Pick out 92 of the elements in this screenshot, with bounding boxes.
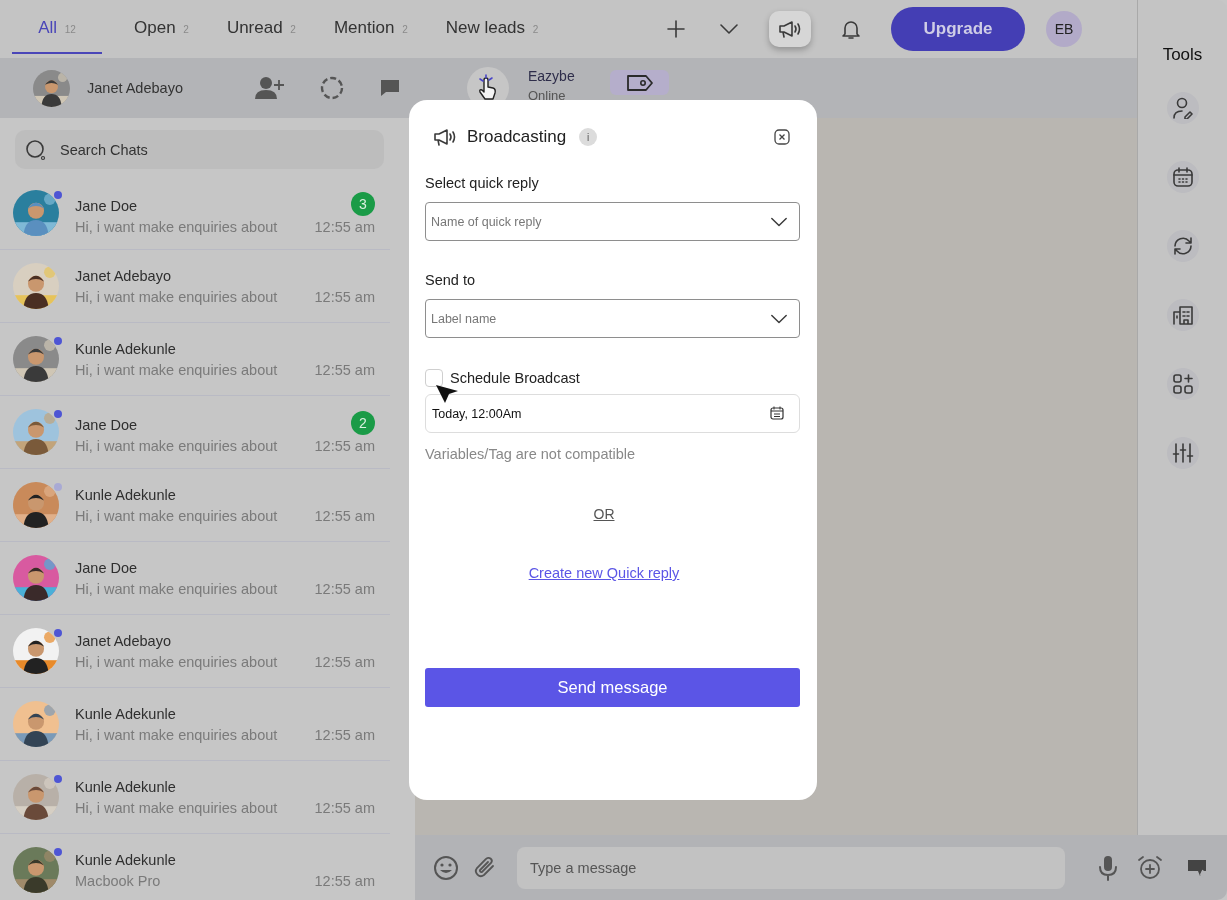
chat-row[interactable]: Jane Doe Hi, i want make enquiries about 12:55 am: [0, 542, 390, 615]
message-preview: Hi, i want make enquiries about: [75, 507, 279, 524]
send-button[interactable]: Send message: [425, 668, 800, 707]
broadcast-button[interactable]: [769, 11, 811, 47]
field-label: Select quick reply: [425, 175, 540, 191]
paperclip-icon[interactable]: [473, 855, 497, 880]
tab[interactable]: All 12: [12, 4, 102, 54]
separator-text: OR: [593, 506, 615, 522]
info-icon[interactable]: i: [579, 128, 598, 146]
tab[interactable]: Unread 2: [226, 4, 296, 54]
message-time: 12:55 am: [314, 580, 375, 597]
contact-name: Jane Doe: [75, 559, 139, 578]
search-icon: [25, 139, 47, 161]
contact-name: Janet Adebayo: [75, 267, 172, 286]
contact-name: Kunle Adekunle: [75, 340, 177, 359]
checkbox-label: Schedule Broadcast: [450, 370, 580, 386]
chat-row[interactable]: Kunle Adekunle Hi, i want make enquiries about 12:55 am: [0, 323, 390, 396]
tab[interactable]: Open 2: [134, 4, 189, 54]
message-preview: Hi, i want make enquiries about: [75, 437, 279, 454]
message-field[interactable]: Type a message: [517, 846, 1065, 889]
message-time: 12:55 am: [314, 872, 375, 889]
chevron-down-icon[interactable]: [770, 215, 788, 228]
chat-bubble-icon[interactable]: [380, 78, 400, 98]
tag-button[interactable]: [610, 70, 669, 95]
chevron-down-icon[interactable]: [770, 312, 788, 325]
chat-row[interactable]: Kunle Adekunle Macbook Pro 12:55 am: [0, 834, 390, 900]
unread-badge: 3: [351, 191, 375, 216]
megaphone-icon: [778, 19, 802, 39]
date-field[interactable]: Today, 12:00Am: [425, 394, 800, 433]
smiley-icon[interactable]: [433, 854, 459, 881]
chat-row[interactable]: Janet Adebayo Hi, i want make enquiries about 12:55 am: [0, 615, 390, 688]
search-field[interactable]: Search Chats: [15, 130, 384, 169]
message-time: 12:55 am: [314, 437, 375, 454]
chat-row[interactable]: Kunle Adekunle Hi, i want make enquiries about 12:55 am: [0, 469, 390, 542]
calendar-icon[interactable]: [769, 405, 785, 421]
chat-row[interactable]: Kunle Adekunle Hi, i want make enquiries about 12:55 am: [0, 688, 390, 761]
message-preview: Hi, i want make enquiries about: [75, 361, 279, 378]
add-person-icon[interactable]: [255, 76, 285, 100]
user-avatar[interactable]: EB: [1046, 11, 1082, 47]
buildings-icon[interactable]: [1171, 304, 1194, 326]
upgrade-button[interactable]: Upgrade: [891, 7, 1025, 51]
close-icon[interactable]: [773, 128, 791, 146]
panel-title: Tools: [1162, 45, 1203, 65]
dropdown-field[interactable]: Label name: [425, 299, 800, 338]
contact-name: Kunle Adekunle: [75, 851, 177, 870]
plus-icon[interactable]: [666, 19, 686, 39]
message-preview: Hi, i want make enquiries about: [75, 726, 279, 743]
contact-name: Eazybe: [528, 68, 576, 84]
tag-icon: [625, 73, 654, 92]
field-label: Send to: [425, 272, 476, 288]
contact-name: Kunle Adekunle: [75, 486, 177, 505]
create-link[interactable]: Create new Quick reply: [528, 565, 680, 581]
contact-name: Kunle Adekunle: [75, 778, 177, 797]
chat-row[interactable]: Kunle Adekunle Hi, i want make enquiries about 12:55 am: [0, 761, 390, 834]
unread-badge: 2: [351, 410, 375, 435]
user-edit-icon[interactable]: [1171, 97, 1194, 119]
message-time: 12:55 am: [314, 361, 375, 378]
message-time: 12:55 am: [314, 507, 375, 524]
contact-name: Jane Doe: [75, 416, 139, 435]
message-time: 12:55 am: [314, 653, 375, 670]
dropdown-field[interactable]: Name of quick reply: [425, 202, 800, 241]
message-time: 12:55 am: [314, 726, 375, 743]
message-preview: Macbook Pro: [75, 872, 162, 889]
message-preview: Hi, i want make enquiries about: [75, 799, 279, 816]
megaphone-icon: [433, 127, 457, 147]
tab[interactable]: Mention 2: [333, 4, 408, 54]
account-name: Janet Adebayo: [87, 80, 184, 96]
message-preview: Hi, i want make enquiries about: [75, 580, 279, 597]
chat-row[interactable]: Janet Adebayo Hi, i want make enquiries about 12:55 am: [0, 250, 390, 323]
alarm-clock-plus-icon[interactable]: [1137, 854, 1163, 881]
chat-row[interactable]: Jane Doe 3 Hi, i want make enquiries about 12:55 am: [0, 177, 390, 250]
contact-name: Jane Doe: [75, 197, 139, 216]
dashed-circle-icon[interactable]: [319, 75, 345, 101]
message-time: 12:55 am: [314, 799, 375, 816]
note-text: Variables/Tag are not compatible: [425, 446, 637, 462]
chat-row[interactable]: Jane Doe 2 Hi, i want make enquiries about 12:55 am: [0, 396, 390, 469]
status-text: Online: [528, 88, 567, 103]
quick-reply-icon[interactable]: [1187, 857, 1207, 878]
message-time: 12:55 am: [314, 218, 375, 235]
chevron-down-icon[interactable]: [719, 23, 739, 35]
modal-title: Broadcasting: [467, 127, 567, 147]
message-preview: Hi, i want make enquiries about: [75, 218, 279, 235]
contact-name: Janet Adebayo: [75, 632, 172, 651]
sliders-icon[interactable]: [1171, 442, 1194, 464]
microphone-icon[interactable]: [1099, 854, 1117, 881]
message-time: 12:55 am: [314, 288, 375, 305]
contact-name: Kunle Adekunle: [75, 705, 177, 724]
message-preview: Hi, i want make enquiries about: [75, 288, 279, 305]
add-widget-icon[interactable]: [1171, 373, 1194, 395]
bell-icon[interactable]: [841, 18, 861, 40]
message-preview: Hi, i want make enquiries about: [75, 653, 279, 670]
calendar-icon[interactable]: [1171, 166, 1194, 188]
